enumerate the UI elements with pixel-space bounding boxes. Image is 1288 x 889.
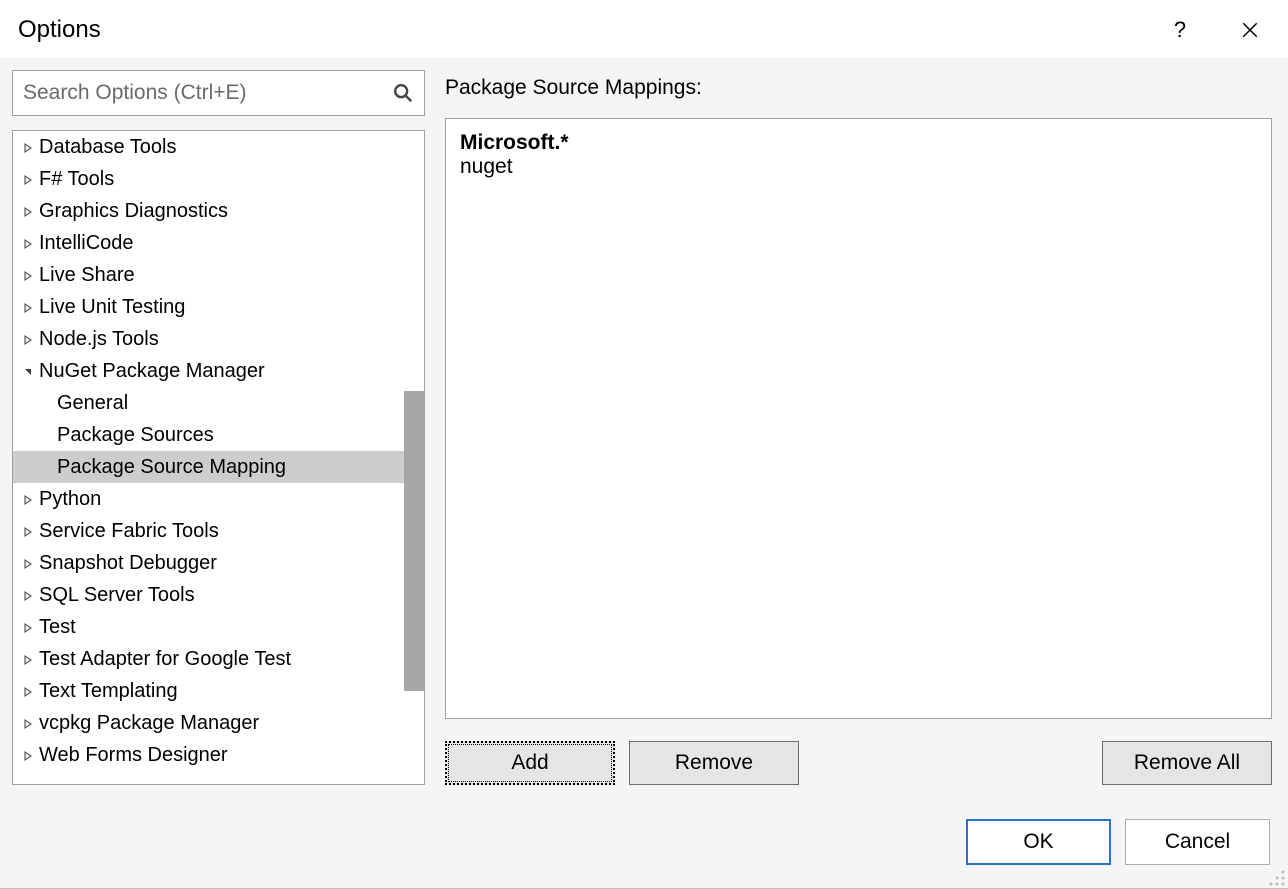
chevron-right-icon[interactable] (21, 744, 35, 767)
tree-item[interactable]: Test (13, 611, 424, 643)
tree-item[interactable]: Service Fabric Tools (13, 515, 424, 547)
remove-all-button-label: Remove All (1134, 751, 1240, 775)
section-label: Package Source Mappings: (445, 76, 1272, 100)
tree-item-label: Live Unit Testing (39, 296, 185, 319)
tree-item-label: NuGet Package Manager (39, 360, 265, 383)
chevron-right-icon[interactable] (21, 584, 35, 607)
chevron-right-icon[interactable] (21, 232, 35, 255)
tree-item-label: IntelliCode (39, 232, 134, 255)
tree-item[interactable]: Package Sources (13, 419, 424, 451)
tree-item-label: Snapshot Debugger (39, 552, 217, 575)
ok-button-label: OK (1023, 830, 1053, 854)
chevron-right-icon[interactable] (21, 168, 35, 191)
remove-button-label: Remove (675, 751, 753, 775)
chevron-right-icon[interactable] (21, 488, 35, 511)
tree-item-label: Text Templating (39, 680, 178, 703)
tree-item-label: SQL Server Tools (39, 584, 195, 607)
chevron-down-icon[interactable] (21, 360, 35, 383)
tree-item-label: Web Forms Designer (39, 744, 228, 767)
tree-item[interactable]: Test Adapter for Google Test (13, 643, 424, 675)
search-input[interactable] (23, 81, 392, 105)
options-tree: Database Tools F# Tools Graphics Diagnosti… (12, 130, 425, 785)
resize-grip-icon[interactable] (1268, 869, 1286, 887)
mapping-list[interactable]: Microsoft.*nuget (445, 118, 1272, 719)
close-button[interactable] (1230, 10, 1270, 50)
content-area: Database Tools F# Tools Graphics Diagnosti… (0, 58, 1288, 795)
ok-button[interactable]: OK (966, 819, 1111, 865)
tree-item[interactable]: Live Share (13, 259, 424, 291)
left-panel: Database Tools F# Tools Graphics Diagnosti… (12, 70, 425, 785)
tree-item[interactable]: Package Source Mapping (13, 451, 424, 483)
mapping-pattern[interactable]: Microsoft.* (460, 131, 1257, 155)
titlebar: Options ? (0, 0, 1288, 58)
cancel-button[interactable]: Cancel (1125, 819, 1270, 865)
dialog-title: Options (18, 16, 1130, 44)
tree-item[interactable]: F# Tools (13, 163, 424, 195)
chevron-right-icon[interactable] (21, 200, 35, 223)
add-button[interactable]: Add (445, 741, 615, 785)
tree-item[interactable]: Web Forms Designer (13, 739, 424, 771)
tree-item-label: Package Sources (57, 424, 214, 447)
chevron-right-icon[interactable] (21, 680, 35, 703)
chevron-right-icon[interactable] (21, 616, 35, 639)
chevron-right-icon[interactable] (21, 648, 35, 671)
chevron-right-icon[interactable] (21, 136, 35, 159)
add-button-label: Add (511, 751, 548, 775)
tree-item[interactable]: SQL Server Tools (13, 579, 424, 611)
help-button[interactable]: ? (1160, 10, 1200, 50)
options-dialog: Options ? Database Tools F# Tools Graphics… (0, 0, 1288, 889)
mapping-source[interactable]: nuget (460, 155, 1257, 179)
tree-item[interactable]: Python (13, 483, 424, 515)
tree-item[interactable]: IntelliCode (13, 227, 424, 259)
tree-item-label: vcpkg Package Manager (39, 712, 259, 735)
tree-item-label: Database Tools (39, 136, 177, 159)
question-icon: ? (1174, 17, 1186, 43)
remove-all-button[interactable]: Remove All (1102, 741, 1272, 785)
chevron-right-icon[interactable] (21, 296, 35, 319)
tree-item-label: Node.js Tools (39, 328, 159, 351)
mapping-buttons: Add Remove Remove All (445, 741, 1272, 785)
tree-item[interactable]: General (13, 387, 424, 419)
tree-item[interactable]: Graphics Diagnostics (13, 195, 424, 227)
scrollbar-thumb[interactable] (404, 391, 424, 691)
tree-item-label: Test (39, 616, 76, 639)
tree-item-label: Test Adapter for Google Test (39, 648, 291, 671)
tree-item[interactable]: Node.js Tools (13, 323, 424, 355)
tree-item-label: F# Tools (39, 168, 114, 191)
chevron-right-icon[interactable] (21, 552, 35, 575)
tree-item-label: Live Share (39, 264, 135, 287)
right-panel: Package Source Mappings: Microsoft.*nuge… (445, 70, 1278, 785)
close-icon (1241, 21, 1259, 39)
tree-item-label: Python (39, 488, 101, 511)
chevron-right-icon[interactable] (21, 520, 35, 543)
tree-item-label: Graphics Diagnostics (39, 200, 228, 223)
tree-item-label: Package Source Mapping (57, 456, 286, 479)
tree-item[interactable]: NuGet Package Manager (13, 355, 424, 387)
search-box[interactable] (12, 70, 425, 116)
cancel-button-label: Cancel (1165, 830, 1230, 854)
chevron-right-icon[interactable] (21, 328, 35, 351)
chevron-right-icon[interactable] (21, 712, 35, 735)
tree-scroll[interactable]: Database Tools F# Tools Graphics Diagnosti… (13, 131, 424, 784)
tree-item[interactable]: Database Tools (13, 131, 424, 163)
tree-item-label: General (57, 392, 128, 415)
remove-button[interactable]: Remove (629, 741, 799, 785)
chevron-right-icon[interactable] (21, 264, 35, 287)
tree-item[interactable]: Snapshot Debugger (13, 547, 424, 579)
dialog-footer: OK Cancel (0, 795, 1288, 889)
search-icon (392, 82, 414, 104)
tree-item[interactable]: Live Unit Testing (13, 291, 424, 323)
tree-item[interactable]: vcpkg Package Manager (13, 707, 424, 739)
tree-item-label: Service Fabric Tools (39, 520, 219, 543)
tree-item[interactable]: Text Templating (13, 675, 424, 707)
